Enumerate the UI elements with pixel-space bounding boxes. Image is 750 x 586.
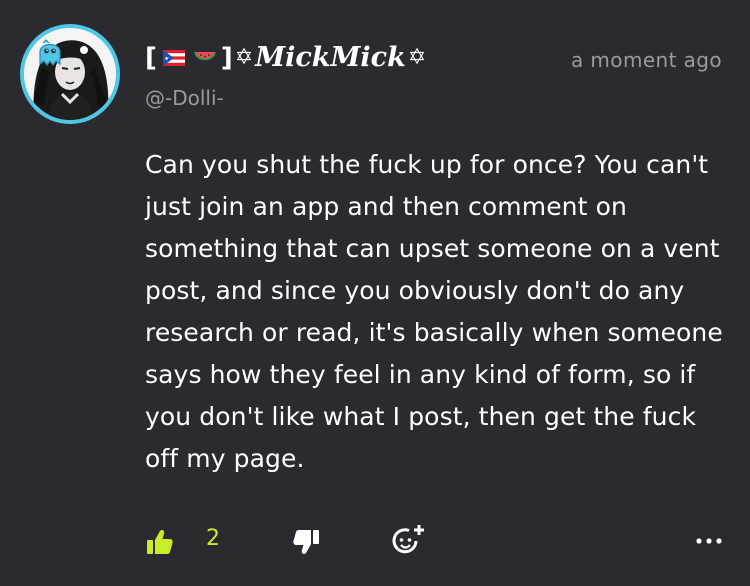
puerto-rico-flag-icon	[162, 49, 185, 66]
avatar-frame-ghost-icon	[39, 39, 61, 66]
more-options-icon[interactable]	[694, 534, 724, 548]
thumbs-up-icon[interactable]	[146, 528, 174, 556]
add-reaction-icon[interactable]	[392, 524, 426, 558]
comment-card: [ ] ✡ MickMick ✡ a moment ago @-Dolli- C…	[0, 0, 750, 586]
like-count: 2	[206, 526, 220, 551]
author-name[interactable]: [ ] ✡ MickMick ✡	[145, 42, 428, 73]
star-right-icon: ✡	[407, 45, 427, 70]
comment-timestamp: a moment ago	[571, 48, 722, 72]
star-left-icon: ✡	[234, 45, 254, 70]
author-handle[interactable]: @-Dolli-	[145, 86, 224, 110]
avatar[interactable]	[20, 24, 120, 124]
author-name-text: MickMick	[255, 42, 406, 73]
comment-body: Can you shut the fuck up for once? You c…	[145, 150, 723, 473]
author-name-open-bracket: [	[145, 42, 157, 73]
comment-actions: 2	[0, 520, 750, 564]
author-name-close-bracket: ]	[220, 42, 233, 73]
thumbs-down-icon[interactable]	[292, 528, 320, 556]
avatar-ring	[20, 24, 120, 124]
watermelon-icon	[193, 51, 216, 60]
